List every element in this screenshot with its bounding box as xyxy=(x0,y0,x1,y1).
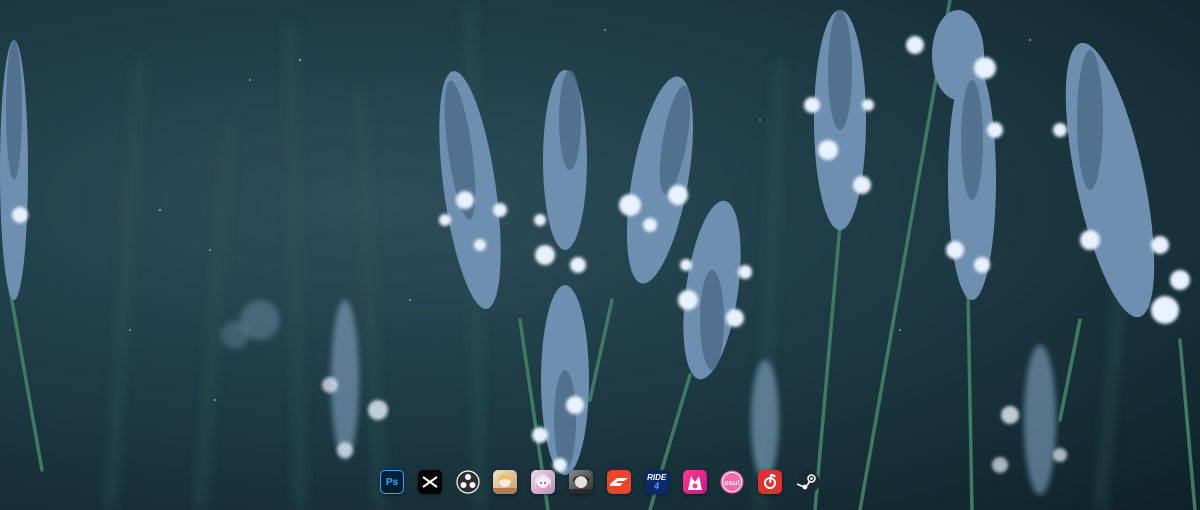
desktop: Ps RIDE 4 osu! xyxy=(0,0,1200,510)
forza-icon[interactable] xyxy=(606,470,631,494)
steam-icon[interactable] xyxy=(796,470,820,494)
lavender-field-wallpaper xyxy=(0,0,1197,510)
anime-character-glyph xyxy=(569,475,594,494)
obs-icon[interactable] xyxy=(456,470,480,494)
anime-game-icon[interactable] xyxy=(531,470,556,494)
forza-glyph xyxy=(609,478,628,486)
muse-dash-icon[interactable] xyxy=(682,470,707,494)
osu-glyph: osu! xyxy=(720,470,744,494)
taskbar-dock: Ps RIDE 4 osu! xyxy=(380,466,820,498)
anime-game-icon[interactable] xyxy=(569,470,594,494)
ride4-title: RIDE xyxy=(647,473,667,482)
osu-label: osu! xyxy=(724,478,740,487)
muse-dash-glyph xyxy=(687,476,702,490)
steam-glyph xyxy=(796,470,820,494)
anime-game-icon[interactable] xyxy=(493,470,518,494)
photoshop-label: Ps xyxy=(385,476,399,488)
capcut-glyph xyxy=(422,476,438,488)
obs-glyph xyxy=(456,470,480,494)
anime-character-glyph xyxy=(535,474,552,488)
photoshop-icon[interactable]: Ps xyxy=(380,470,404,494)
ride4-icon[interactable]: RIDE 4 xyxy=(644,470,669,494)
netease-music-icon[interactable] xyxy=(758,470,783,494)
anime-character-glyph xyxy=(493,474,518,494)
netease-glyph xyxy=(764,473,777,489)
capcut-icon[interactable] xyxy=(417,470,442,494)
ride4-number: 4 xyxy=(654,481,660,491)
osu-icon[interactable]: osu! xyxy=(720,470,744,494)
